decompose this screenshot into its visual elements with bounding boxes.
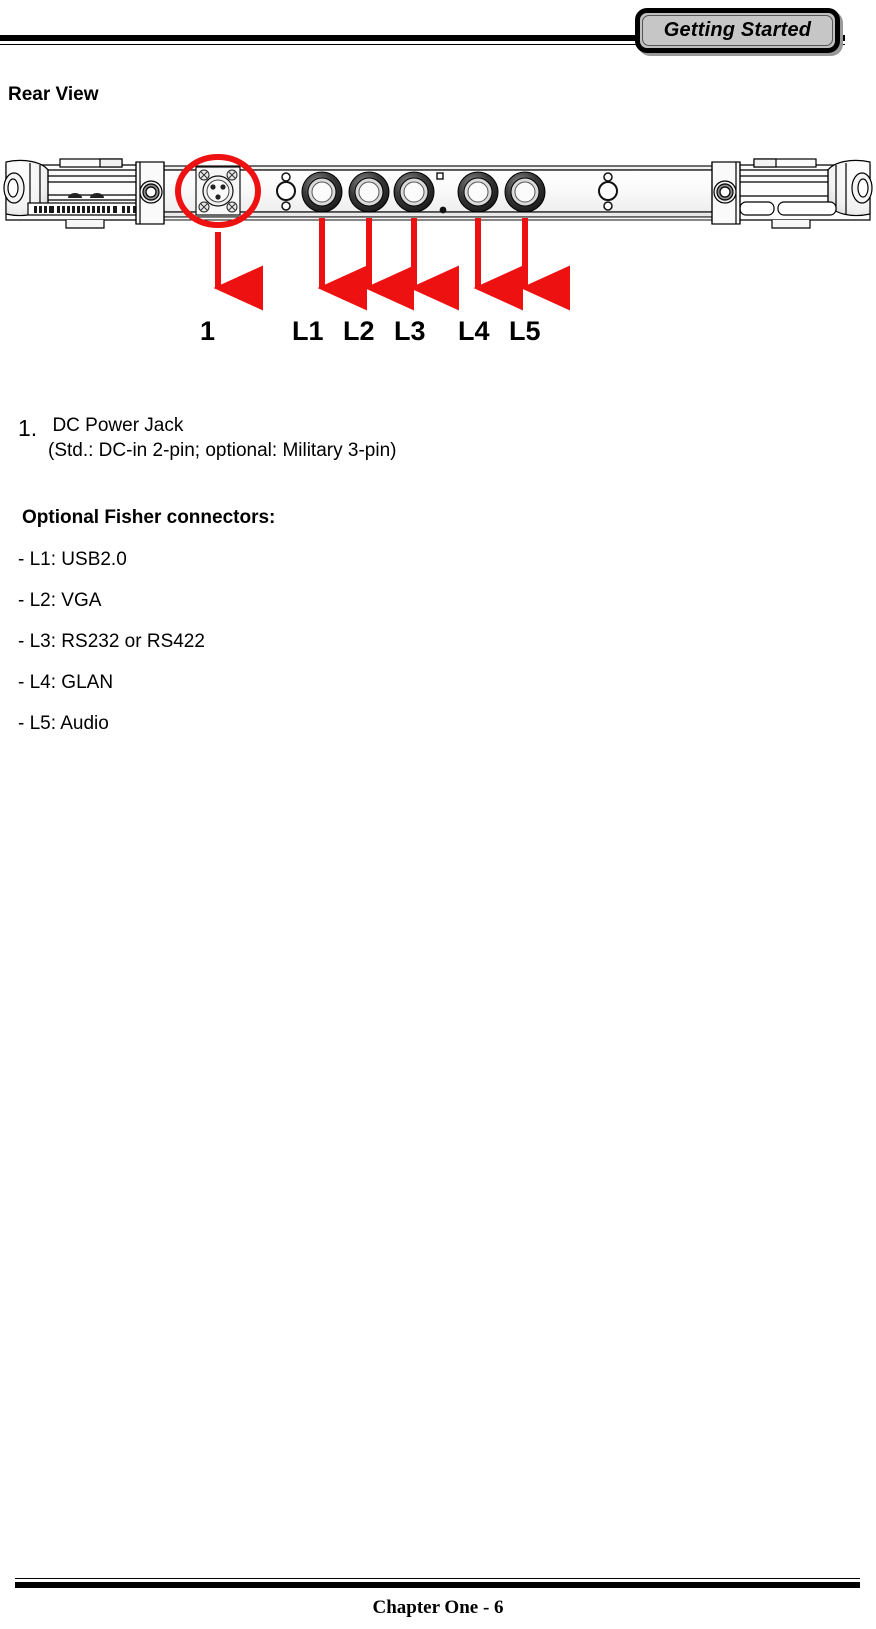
list-item: - L1: USB2.0: [18, 549, 127, 570]
list-item: - L4: GLAN: [18, 672, 114, 693]
footer-rule-thick: [15, 1582, 860, 1588]
connector-L2: [348, 171, 390, 213]
numbered-item-1: 1. DC Power Jack: [18, 415, 718, 442]
header-tab-inner: Getting Started: [642, 15, 833, 46]
header-tab: Getting Started: [635, 8, 840, 53]
item-subtitle: (Std.: DC-in 2-pin; optional: Military 3…: [48, 440, 397, 461]
list-item: - L2: VGA: [18, 590, 102, 611]
list-item: - L5: Audio: [18, 713, 109, 734]
left-hinge-assembly: [3, 158, 165, 229]
rear-view-figure: [0, 140, 876, 365]
connector-list: - L1: USB2.0 - L2: VGA - L3: RS232 or RS…: [18, 548, 518, 753]
page-footer-label: Chapter One - 6: [372, 1597, 504, 1618]
callout-label-l4: L4: [458, 316, 490, 346]
dc-power-jack: [195, 166, 241, 216]
page-title: Rear View: [8, 84, 99, 105]
callout-label-l5: L5: [509, 316, 541, 346]
connector-L1: [301, 171, 343, 213]
optional-connectors-heading: Optional Fisher connectors:: [22, 507, 276, 528]
footer-rule-thin: [15, 1578, 860, 1579]
right-hinge-assembly: [711, 158, 873, 229]
item-number: 1.: [18, 415, 38, 441]
item-title: DC Power Jack: [52, 415, 184, 436]
callout-label-1: 1: [200, 316, 216, 346]
connector-L4: [457, 171, 499, 213]
list-item: - L3: RS232 or RS422: [18, 631, 205, 652]
callout-label-l3: L3: [394, 316, 426, 346]
header-tab-label: Getting Started: [663, 19, 812, 41]
page-header: Getting Started: [0, 0, 876, 72]
callout-arrows: [213, 218, 570, 311]
callout-label-l2: L2: [343, 316, 375, 346]
connector-L3: [393, 171, 435, 213]
callout-label-l1: L1: [292, 316, 324, 346]
connector-L5: [504, 171, 546, 213]
